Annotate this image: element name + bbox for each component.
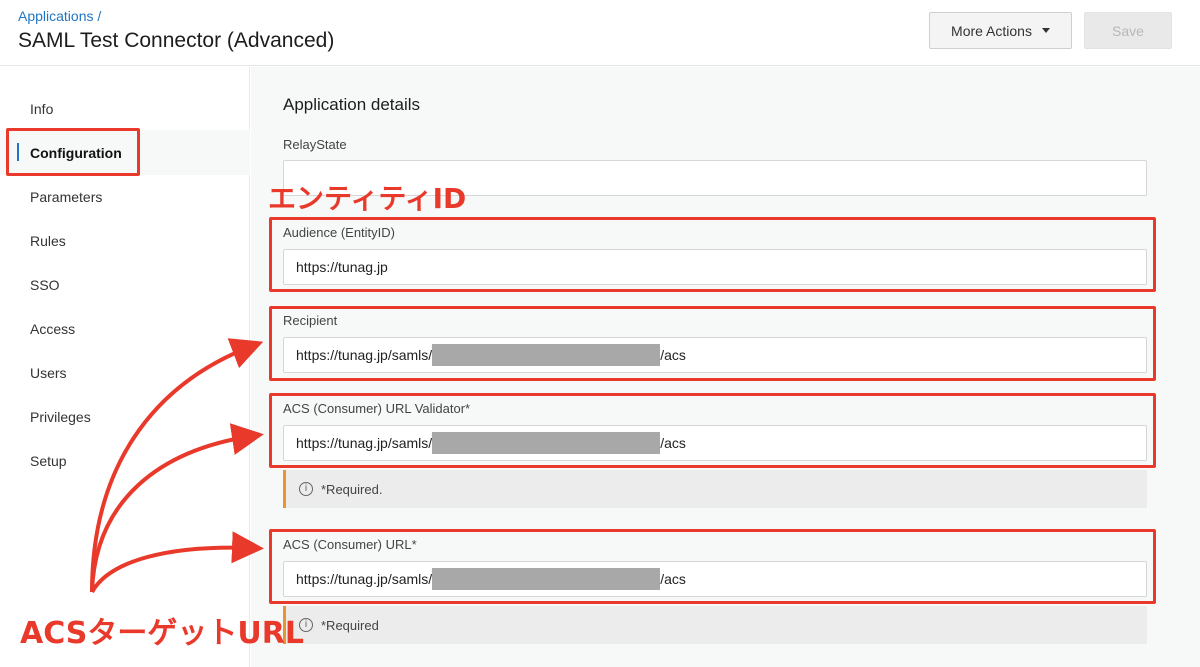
sidebar-item-setup[interactable]: Setup	[30, 453, 67, 469]
main-content: Application details RelayState Audience …	[251, 67, 1200, 667]
required-text: *Required	[321, 617, 379, 633]
sidebar-item-privileges[interactable]: Privileges	[30, 409, 91, 425]
annotation-entity-id-label: エンティティID	[268, 182, 467, 215]
acs-url-prefix: https://tunag.jp/samls/	[296, 571, 433, 587]
sidebar-item-sso[interactable]: SSO	[30, 277, 60, 293]
redacted-block	[432, 568, 661, 590]
redacted-block	[432, 344, 661, 366]
acs-url-label: ACS (Consumer) URL*	[283, 537, 417, 552]
acs-validator-required-notice: i *Required.	[283, 470, 1147, 508]
sidebar-item-parameters[interactable]: Parameters	[30, 189, 102, 205]
sidebar-item-access[interactable]: Access	[30, 321, 75, 337]
acs-url-suffix: /acs	[660, 571, 686, 587]
audience-input[interactable]: https://tunag.jp	[283, 249, 1147, 285]
active-nav-indicator	[17, 143, 19, 161]
app-header: Applications / SAML Test Connector (Adva…	[0, 0, 1200, 66]
acs-url-input[interactable]: https://tunag.jp/samls/ /acs	[283, 561, 1147, 597]
breadcrumb[interactable]: Applications /	[18, 8, 101, 24]
sidebar-item-info[interactable]: Info	[30, 101, 53, 117]
more-actions-label: More Actions	[951, 22, 1032, 39]
relay-state-label: RelayState	[283, 137, 347, 152]
acs-validator-label: ACS (Consumer) URL Validator*	[283, 401, 471, 416]
sidebar-item-rules[interactable]: Rules	[30, 233, 66, 249]
acs-url-required-notice: i *Required	[283, 606, 1147, 644]
section-title: Application details	[283, 95, 421, 114]
save-button[interactable]: Save	[1084, 12, 1172, 49]
redacted-block	[432, 432, 661, 454]
required-text: *Required.	[321, 481, 383, 497]
page-title: SAML Test Connector (Advanced)	[18, 29, 335, 52]
recipient-prefix: https://tunag.jp/samls/	[296, 347, 433, 363]
recipient-input[interactable]: https://tunag.jp/samls/ /acs	[283, 337, 1147, 373]
more-actions-button[interactable]: More Actions	[929, 12, 1072, 49]
sidebar-item-configuration[interactable]: Configuration	[30, 145, 122, 161]
acs-validator-suffix: /acs	[660, 435, 686, 451]
recipient-label: Recipient	[283, 313, 338, 328]
recipient-suffix: /acs	[660, 347, 686, 363]
acs-validator-prefix: https://tunag.jp/samls/	[296, 435, 433, 451]
acs-validator-input[interactable]: https://tunag.jp/samls/ /acs	[283, 425, 1147, 461]
sidebar-item-users[interactable]: Users	[30, 365, 67, 381]
annotation-acs-target-label: ACSターゲットURL	[20, 616, 304, 651]
caret-down-icon	[1041, 28, 1050, 33]
sidebar: Info Configuration Parameters Rules SSO …	[0, 67, 250, 667]
info-icon: i	[299, 482, 313, 496]
audience-label: Audience (EntityID)	[283, 225, 395, 240]
